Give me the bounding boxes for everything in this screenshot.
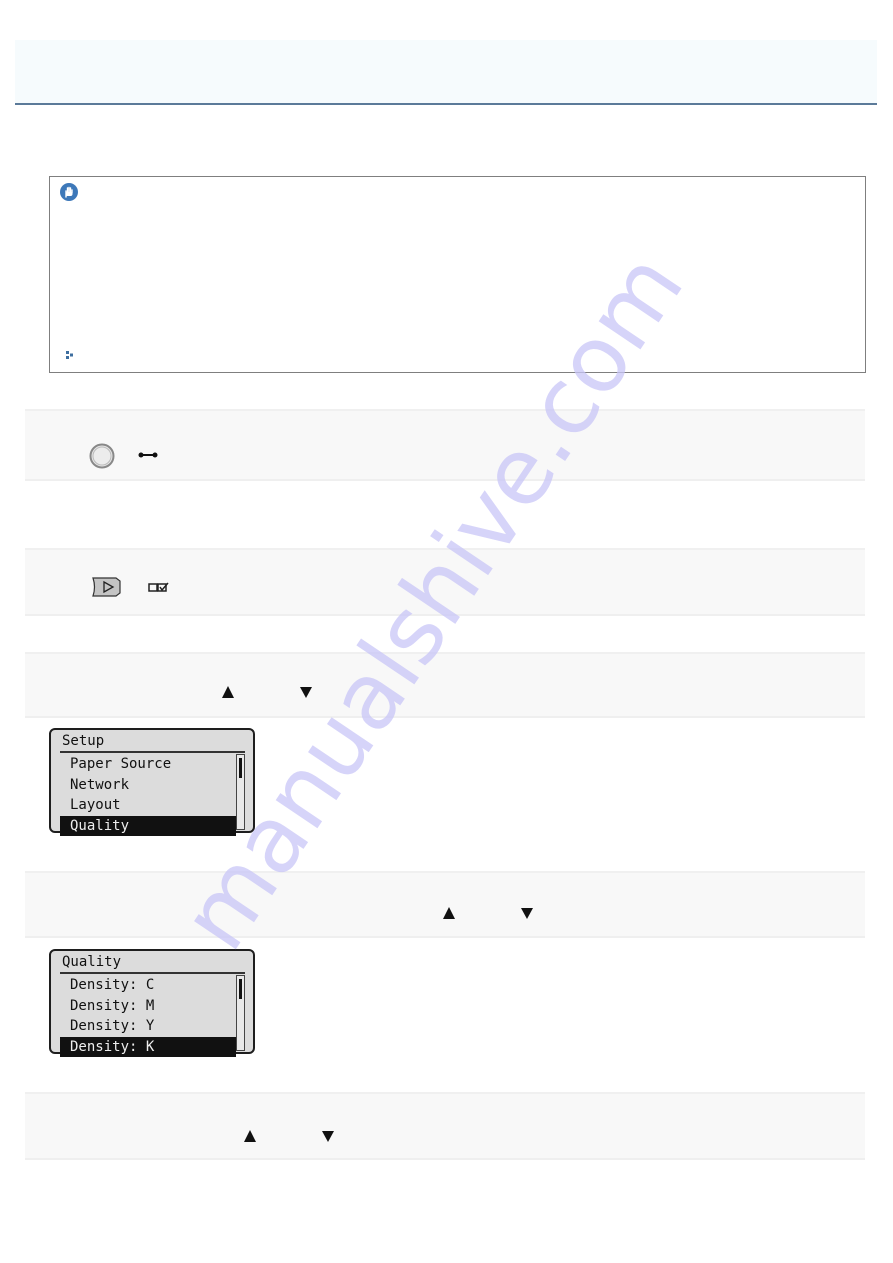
- lcd-divider: [60, 751, 245, 753]
- step-3-bar: [25, 652, 865, 718]
- step-4-bar: [25, 871, 865, 938]
- lcd-item-density-y[interactable]: Density: Y: [60, 1016, 236, 1037]
- lcd-item-density-m[interactable]: Density: M: [60, 996, 236, 1017]
- important-note-box: [49, 176, 866, 373]
- step-1-bar: [25, 409, 865, 481]
- lcd-item-density-c[interactable]: Density: C: [60, 975, 236, 996]
- step-2-bar: [25, 548, 865, 616]
- lcd-setup-menu: Setup Paper Source Network Layout Qualit…: [49, 728, 255, 836]
- up-arrow-icon: [244, 1130, 256, 1142]
- up-arrow-icon: [222, 686, 234, 698]
- lcd-scrollbar-thumb: [239, 758, 242, 778]
- lcd-scrollbar: [236, 975, 245, 1051]
- step-5-bar: [25, 1092, 865, 1160]
- down-arrow-icon: [521, 908, 533, 919]
- hand-stop-icon: [60, 183, 78, 201]
- lcd-item-network[interactable]: Network: [60, 775, 236, 796]
- lcd-scrollbar-thumb: [239, 979, 242, 999]
- lcd-item-layout[interactable]: Layout: [60, 795, 236, 816]
- lcd-item-quality[interactable]: Quality: [60, 815, 236, 836]
- online-key-icon: [138, 452, 158, 458]
- lcd-divider: [60, 972, 245, 974]
- down-arrow-icon: [322, 1131, 334, 1142]
- lcd-scrollbar: [236, 754, 245, 830]
- lcd-title: Quality: [62, 954, 122, 970]
- link-arrow-icon[interactable]: [65, 350, 75, 360]
- lcd-title: Setup: [62, 733, 105, 749]
- circle-button-icon: [89, 443, 115, 469]
- lcd-quality-menu: Quality Density: C Density: M Density: Y…: [49, 949, 255, 1057]
- menu-setup-icon: [148, 582, 169, 592]
- menu-right-button-icon: [92, 577, 121, 597]
- down-arrow-icon: [300, 687, 312, 698]
- page-header: [15, 40, 877, 105]
- lcd-item-paper-source[interactable]: Paper Source: [60, 754, 236, 775]
- lcd-item-density-k[interactable]: Density: K: [60, 1036, 236, 1057]
- up-arrow-icon: [443, 907, 455, 919]
